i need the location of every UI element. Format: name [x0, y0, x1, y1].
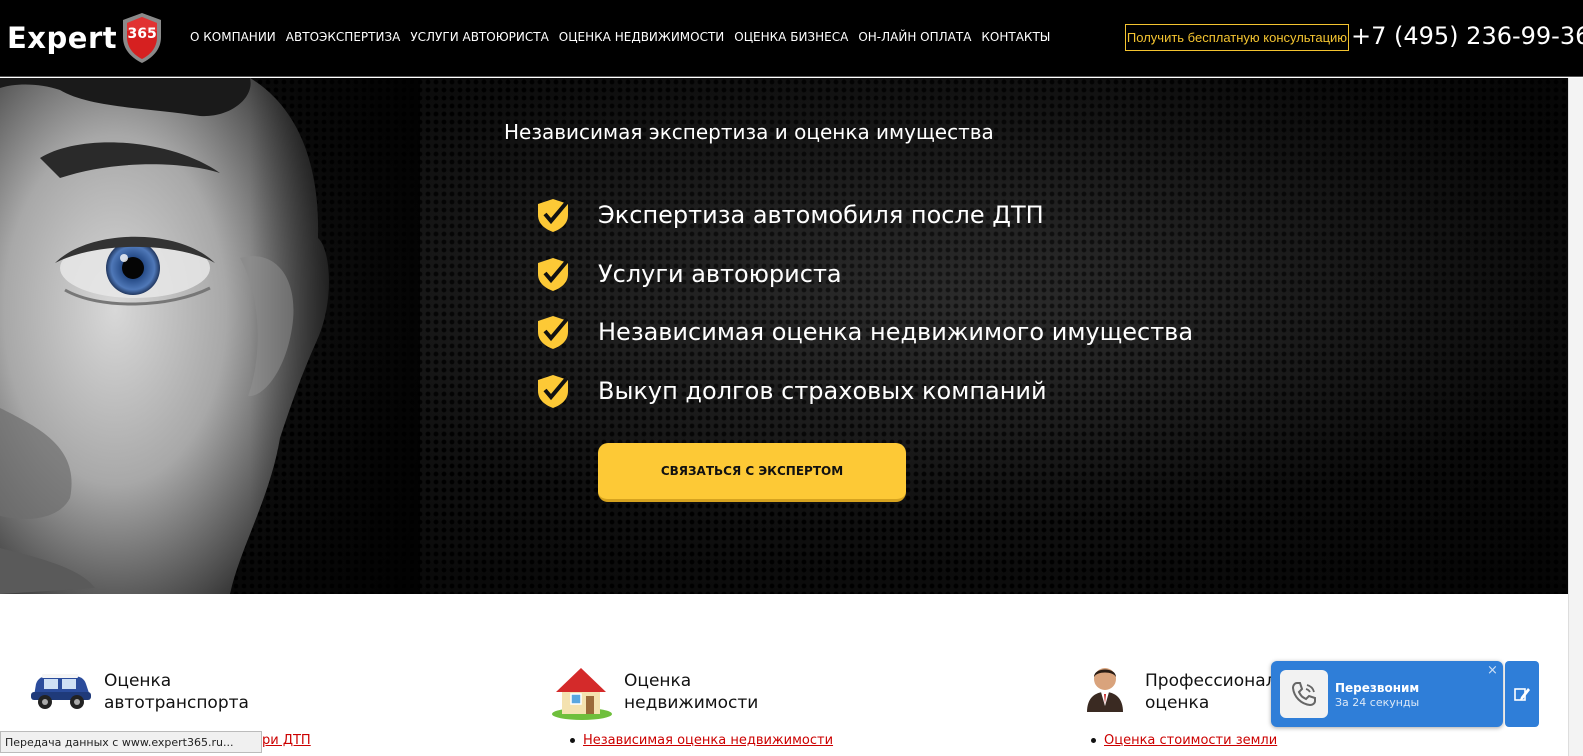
- logo-shield-icon: 365: [119, 11, 165, 65]
- face-photo: [0, 78, 420, 594]
- feature-list: Экспертиза автомобиля после ДТП Услуги а…: [534, 186, 1193, 420]
- nav-item-business[interactable]: ОЦЕНКА БИЗНЕСА: [734, 30, 848, 44]
- service-title-line2: оценка: [1145, 693, 1210, 713]
- contact-expert-button[interactable]: СВЯЗАТЬСЯ С ЭКСПЕРТОМ: [598, 443, 906, 502]
- service-title-line1: Профессиональ: [1145, 671, 1287, 691]
- nav-item-online-payment[interactable]: ОН-ЛАЙН ОПЛАТА: [858, 30, 971, 44]
- service-link-real-estate[interactable]: Независимая оценка недвижимости: [583, 733, 833, 748]
- browser-status-bar: Передача данных с www.expert365.ru...: [0, 731, 262, 753]
- page-scrollbar[interactable]: [1568, 78, 1583, 756]
- feature-item: Независимая оценка недвижимого имущества: [534, 303, 1193, 362]
- phone-number[interactable]: +7 (495) 236-99-36: [1351, 22, 1583, 50]
- hero-title: Независимая экспертиза и оценка имуществ…: [504, 120, 994, 144]
- service-link-row: ри ДТП: [262, 733, 311, 748]
- feature-label: Услуги автоюриста: [598, 259, 842, 288]
- nav-item-real-estate[interactable]: ОЦЕНКА НЕДВИЖИМОСТИ: [559, 30, 725, 44]
- service-title-line2: автотранспорта: [104, 693, 249, 713]
- callback-widget[interactable]: Перезвоним За 24 секунды ×: [1271, 661, 1503, 727]
- site-header: Expert 365 О КОМПАНИИ АВТОЭКСПЕРТИЗА УСЛ…: [0, 0, 1583, 77]
- car-icon[interactable]: [28, 666, 94, 710]
- feature-label: Независимая оценка недвижимого имущества: [598, 318, 1194, 347]
- free-consultation-button[interactable]: Получить бесплатную консультацию: [1125, 24, 1349, 51]
- logo-text: Expert: [7, 21, 118, 55]
- callback-subtitle: За 24 секунды: [1335, 696, 1420, 709]
- service-title-line1: Оценка: [624, 671, 692, 691]
- close-icon[interactable]: ×: [1487, 663, 1498, 678]
- shield-check-icon: [538, 257, 569, 291]
- service-title-line2: недвижимости: [624, 693, 759, 713]
- businessman-icon[interactable]: [1083, 662, 1127, 712]
- feature-item: Выкуп долгов страховых компаний: [534, 362, 1193, 421]
- main-nav: О КОМПАНИИ АВТОЭКСПЕРТИЗА УСЛУГИ АВТОЮРИ…: [190, 30, 1060, 44]
- feature-item: Услуги автоюриста: [534, 245, 1193, 304]
- service-link-row: Оценка стоимости земли: [1091, 733, 1277, 748]
- feature-item: Экспертиза автомобиля после ДТП: [534, 186, 1193, 245]
- nav-item-about[interactable]: О КОМПАНИИ: [190, 30, 276, 44]
- shield-check-icon: [538, 199, 569, 233]
- feature-label: Выкуп долгов страховых компаний: [598, 376, 1047, 405]
- bullet: [570, 738, 575, 743]
- hero-banner: Независимая экспертиза и оценка имуществ…: [0, 78, 1568, 594]
- nav-item-contacts[interactable]: КОНТАКТЫ: [981, 30, 1050, 44]
- logo-badge: 365: [127, 26, 157, 42]
- service-link-land[interactable]: Оценка стоимости земли: [1104, 733, 1277, 748]
- bullet: [1091, 738, 1096, 743]
- shield-check-icon: [538, 316, 569, 350]
- service-title-line1: Оценка: [104, 671, 172, 691]
- house-icon[interactable]: [548, 662, 614, 722]
- service-link-row: Независимая оценка недвижимости: [570, 733, 833, 748]
- write-message-icon[interactable]: [1505, 661, 1539, 727]
- phone-icon: [1280, 670, 1328, 718]
- shield-check-icon: [538, 374, 569, 408]
- nav-item-auto-lawyer[interactable]: УСЛУГИ АВТОЮРИСТА: [410, 30, 548, 44]
- feature-label: Экспертиза автомобиля после ДТП: [598, 201, 1044, 230]
- service-link-dtp[interactable]: ри ДТП: [262, 733, 311, 748]
- nav-item-auto-expertise[interactable]: АВТОЭКСПЕРТИЗА: [286, 30, 401, 44]
- logo[interactable]: Expert 365: [7, 10, 165, 66]
- callback-title: Перезвоним: [1335, 681, 1420, 695]
